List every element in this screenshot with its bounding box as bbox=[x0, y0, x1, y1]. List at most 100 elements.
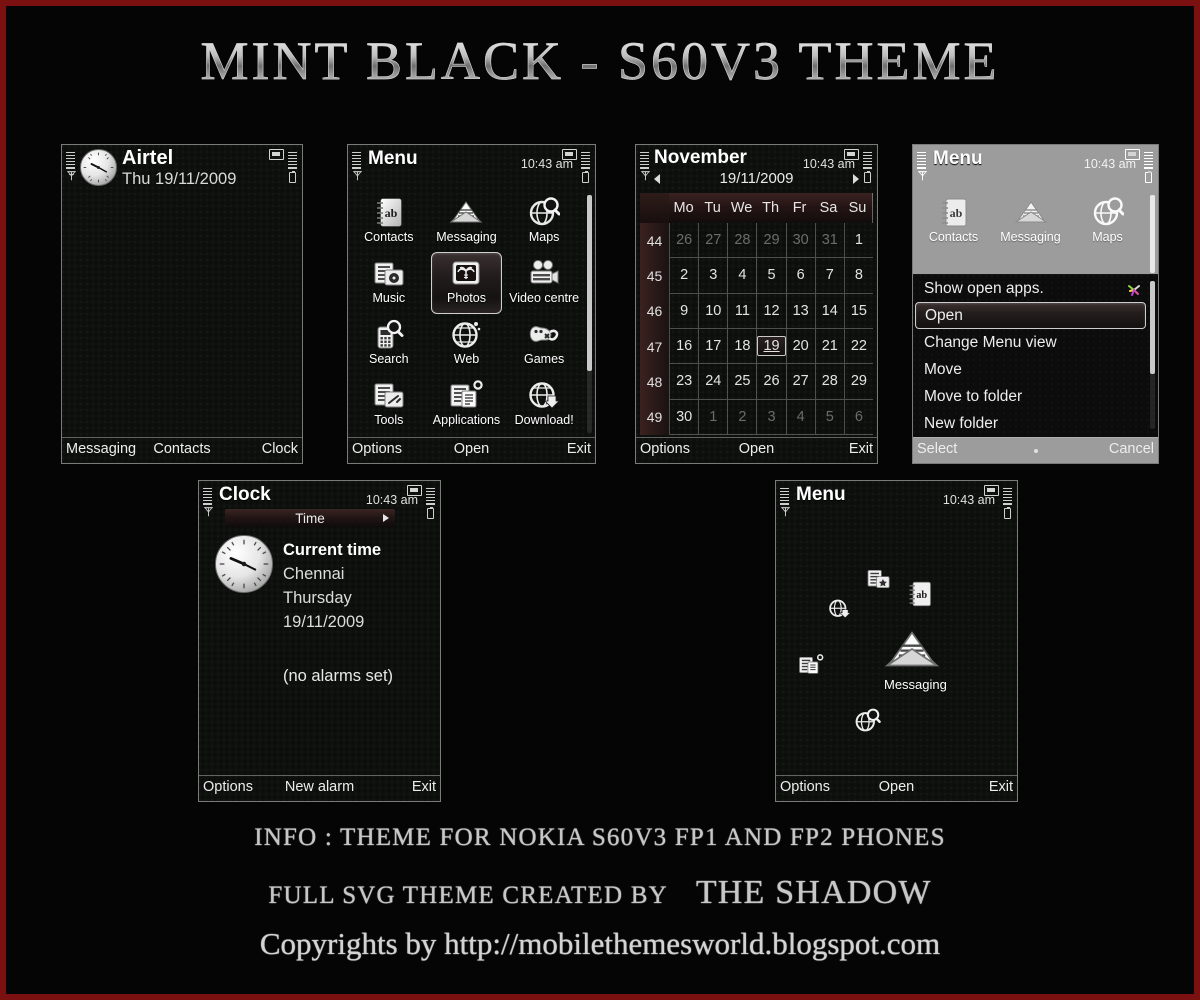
calendar-day-cell[interactable]: 31 bbox=[814, 223, 844, 259]
calendar-current-date: 19/11/2009 bbox=[719, 170, 794, 187]
calendar-day-cell[interactable]: 28 bbox=[814, 364, 844, 400]
menu-item-download[interactable]: Download! bbox=[505, 374, 583, 435]
softkey-bar: Options Open Exit bbox=[776, 775, 1017, 801]
softkey-left[interactable]: Options bbox=[352, 441, 402, 457]
vertical-scrollbar-background[interactable] bbox=[1150, 195, 1155, 273]
calendar-day-cell[interactable]: 3 bbox=[756, 399, 786, 435]
calendar-day-cell[interactable]: 25 bbox=[727, 364, 757, 400]
menu-item-photos[interactable]: Photos bbox=[428, 252, 506, 314]
calendar-day-cell[interactable]: 10 bbox=[698, 293, 728, 329]
calendar-day-cell[interactable]: 28 bbox=[727, 223, 757, 259]
globe-magnifier-icon[interactable] bbox=[853, 707, 881, 738]
calendar-day-cell[interactable]: 15 bbox=[843, 293, 873, 329]
softkey-left[interactable]: Options bbox=[203, 779, 253, 795]
calendar-day-cell[interactable]: 11 bbox=[727, 293, 757, 329]
envelope-icon[interactable] bbox=[884, 627, 940, 676]
softkey-center[interactable]: Contacts bbox=[153, 441, 210, 457]
calendar-day-cell[interactable]: 26 bbox=[756, 364, 786, 400]
calendar-day-cell[interactable]: 18 bbox=[727, 328, 757, 365]
calendar-day-cell[interactable]: 4 bbox=[727, 258, 757, 294]
menu-item-web[interactable]: Web bbox=[428, 313, 506, 374]
softkey-left[interactable]: Messaging bbox=[66, 441, 136, 457]
popup-menu-item[interactable]: Change Menu view bbox=[913, 329, 1158, 356]
applications-folder-icon[interactable] bbox=[798, 653, 824, 682]
popup-menu-item[interactable]: Move to folder bbox=[913, 383, 1158, 410]
menu-item-applications[interactable]: Applications bbox=[428, 374, 506, 435]
softkey-left[interactable]: Select bbox=[917, 441, 957, 457]
popup-menu-item[interactable]: Move bbox=[913, 356, 1158, 383]
menu-item-maps[interactable]: Maps bbox=[1069, 191, 1146, 275]
softkey-right[interactable]: Cancel bbox=[1109, 441, 1154, 457]
calendar-day-cell[interactable]: 1 bbox=[698, 399, 728, 435]
status-clock: 10:43 am bbox=[942, 493, 995, 507]
softkey-right[interactable]: Exit bbox=[412, 779, 436, 795]
menu-item-maps[interactable]: Maps bbox=[505, 191, 583, 252]
calendar-day-value: 1 bbox=[854, 232, 863, 249]
calendar-week-number: 47 bbox=[640, 328, 670, 365]
softkey-left[interactable]: Options bbox=[640, 441, 690, 457]
softkey-right[interactable]: Exit bbox=[567, 441, 591, 457]
softkey-center[interactable]: Open bbox=[739, 441, 774, 457]
menu-item-contacts[interactable]: ab Contacts bbox=[350, 191, 428, 252]
calendar-weekday-header: Fr bbox=[792, 200, 807, 216]
calendar-day-cell[interactable]: 29 bbox=[756, 223, 786, 259]
softkey-right[interactable]: Exit bbox=[849, 441, 873, 457]
calendar-day-cell[interactable]: 20 bbox=[785, 328, 815, 365]
calendar-day-cell[interactable]: 5 bbox=[814, 399, 844, 435]
calendar-day-cell[interactable]: 6 bbox=[785, 258, 815, 294]
calendar-day-cell[interactable]: 22 bbox=[843, 328, 873, 365]
contacts-book-icon[interactable]: ab bbox=[907, 580, 933, 613]
calendar-day-cell[interactable]: 8 bbox=[843, 258, 873, 294]
tools-folder-icon[interactable] bbox=[866, 568, 892, 595]
calendar-day-cell[interactable]: 17 bbox=[698, 328, 728, 365]
menu-item-music[interactable]: Music bbox=[350, 252, 428, 313]
globe-download-icon[interactable] bbox=[828, 598, 852, 625]
calendar-day-cell[interactable]: 1 bbox=[843, 223, 873, 259]
softkey-center[interactable]: Open bbox=[454, 441, 489, 457]
calendar-day-cell[interactable]: 21 bbox=[814, 328, 844, 365]
calendar-day-cell[interactable]: 13 bbox=[785, 293, 815, 329]
calendar-day-cell[interactable]: 2 bbox=[669, 258, 699, 294]
calendar-day-cell[interactable]: 5 bbox=[756, 258, 786, 294]
calendar-day-cell[interactable]: 7 bbox=[814, 258, 844, 294]
softkey-center[interactable]: New alarm bbox=[285, 779, 354, 795]
calendar-day-cell[interactable]: 27 bbox=[785, 364, 815, 400]
calendar-day-cell[interactable]: 29 bbox=[843, 364, 873, 400]
popup-menu-item[interactable]: Show open apps. bbox=[913, 275, 1158, 302]
menu-item-messaging[interactable]: Messaging bbox=[992, 191, 1069, 275]
softkey-left[interactable]: Options bbox=[780, 779, 830, 795]
calendar-day-cell[interactable]: 26 bbox=[669, 223, 699, 259]
menu-item-messaging[interactable]: Messaging bbox=[428, 191, 506, 252]
menu-item-video-centre[interactable]: Video centre bbox=[505, 252, 583, 313]
vertical-scrollbar[interactable] bbox=[587, 195, 592, 433]
calendar-day-cell[interactable]: 6 bbox=[843, 399, 873, 435]
calendar-day-cell[interactable]: 24 bbox=[698, 364, 728, 400]
popup-scrollbar[interactable] bbox=[1150, 281, 1155, 429]
prev-month-arrow-icon[interactable] bbox=[654, 174, 660, 184]
menu-item-search[interactable]: Search bbox=[350, 313, 428, 374]
popup-menu-item[interactable]: New folder bbox=[913, 410, 1158, 437]
menu-item-games[interactable]: Games bbox=[505, 313, 583, 374]
menu-item-contacts[interactable]: ab Contacts bbox=[915, 191, 992, 275]
calendar-day-cell[interactable]: 27 bbox=[698, 223, 728, 259]
popup-menu-item-selected[interactable]: Open bbox=[915, 302, 1146, 329]
calendar-day-cell[interactable]: 4 bbox=[785, 399, 815, 435]
calendar-day-cell[interactable]: 14 bbox=[814, 293, 844, 329]
menu-item-tools[interactable]: Tools bbox=[350, 374, 428, 435]
next-month-arrow-icon[interactable] bbox=[853, 174, 859, 184]
calendar-day-cell[interactable]: 16 bbox=[669, 328, 699, 365]
calendar-day-value: 16 bbox=[676, 338, 693, 355]
calendar-day-selected[interactable]: 19 bbox=[756, 328, 786, 365]
calendar-day-cell[interactable]: 30 bbox=[785, 223, 815, 259]
calendar-day-cell[interactable]: 9 bbox=[669, 293, 699, 329]
menu-item-label: Games bbox=[524, 352, 565, 366]
calendar-day-cell[interactable]: 12 bbox=[756, 293, 786, 329]
softkey-right[interactable]: Clock bbox=[262, 441, 298, 457]
calendar-day-cell[interactable]: 30 bbox=[669, 399, 699, 435]
calendar-day-cell[interactable]: 23 bbox=[669, 364, 699, 400]
softkey-center[interactable]: Open bbox=[879, 779, 914, 795]
calendar-day-cell[interactable]: 3 bbox=[698, 258, 728, 294]
calendar-day-cell[interactable]: 2 bbox=[727, 399, 757, 435]
clock-tab-time[interactable]: Time bbox=[225, 509, 395, 527]
softkey-right[interactable]: Exit bbox=[989, 779, 1013, 795]
